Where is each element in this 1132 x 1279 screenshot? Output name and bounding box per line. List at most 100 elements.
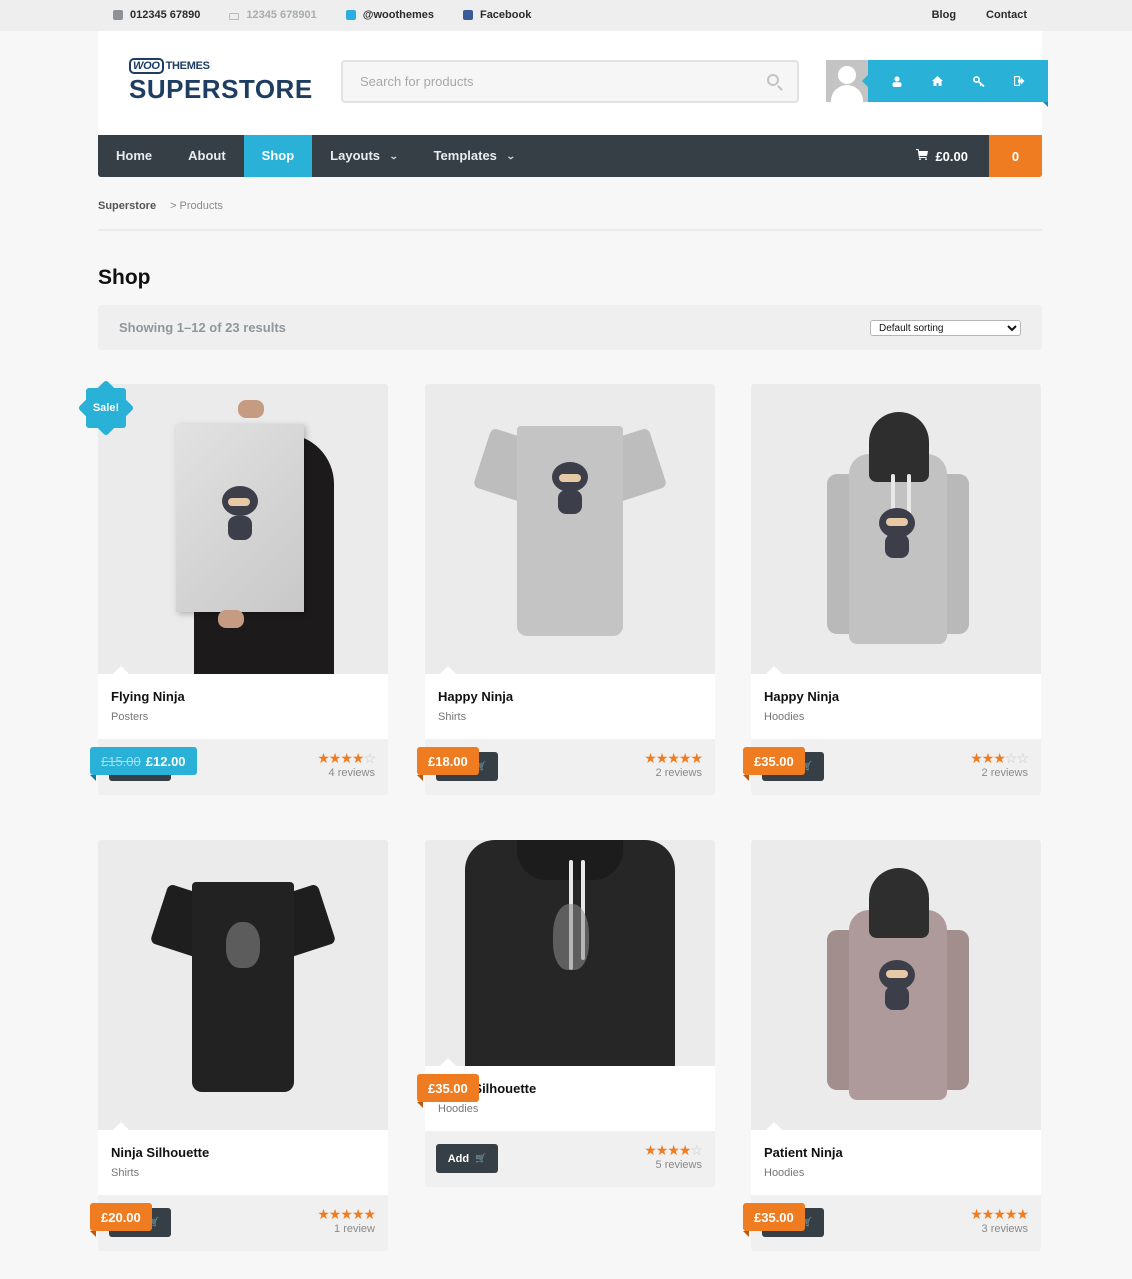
contact-link[interactable]: Contact bbox=[986, 9, 1027, 21]
nav-about[interactable]: About bbox=[170, 135, 244, 177]
user-icon[interactable] bbox=[890, 74, 904, 88]
tshirt-body bbox=[517, 426, 623, 636]
fax-text: 12345 678901 bbox=[246, 9, 317, 21]
star-filled-icon: ★ bbox=[667, 750, 680, 766]
top-bar: 012345 67890 12345 678901 @woothemes Fac… bbox=[0, 0, 1132, 31]
product-title[interactable]: Flying Ninja bbox=[111, 689, 375, 704]
site-logo[interactable]: WOO THEMES SUPERSTORE bbox=[129, 58, 313, 103]
fax-icon bbox=[229, 12, 240, 20]
product-image[interactable] bbox=[425, 384, 715, 674]
old-price: £15.00 bbox=[101, 753, 141, 769]
poster-art bbox=[176, 424, 304, 612]
product-image[interactable] bbox=[751, 384, 1041, 674]
search-icon[interactable] bbox=[767, 74, 779, 86]
hand bbox=[238, 400, 264, 418]
twitter-icon bbox=[345, 10, 356, 20]
result-count: Showing 1–12 of 23 results bbox=[119, 320, 286, 335]
review-count[interactable]: 4 reviews bbox=[317, 767, 375, 779]
phone-text: 012345 67890 bbox=[130, 9, 201, 21]
product-info: Flying Ninja Posters bbox=[98, 666, 388, 739]
star-filled-icon: ★ bbox=[678, 1142, 692, 1158]
facebook-icon bbox=[462, 10, 473, 20]
review-count[interactable]: 5 reviews bbox=[644, 1159, 702, 1171]
home-icon[interactable] bbox=[931, 74, 945, 88]
product-category[interactable]: Shirts bbox=[438, 711, 702, 723]
star-filled-icon: ★ bbox=[328, 750, 342, 766]
product-category[interactable]: Hoodies bbox=[764, 1167, 1028, 1179]
review-count[interactable]: 1 review bbox=[317, 1223, 375, 1235]
star-empty-icon: ☆ bbox=[690, 1142, 703, 1158]
star-filled-icon: ★ bbox=[981, 1206, 995, 1222]
product-rating: ★★★★☆ 4 reviews bbox=[317, 750, 376, 779]
star-filled-icon: ★ bbox=[970, 1206, 983, 1222]
product-category[interactable]: Hoodies bbox=[764, 711, 1028, 723]
shop-toolbar: Showing 1–12 of 23 results Default sorti… bbox=[98, 305, 1042, 350]
hoodie-hood bbox=[869, 412, 929, 482]
star-rating: ★★★★☆ bbox=[644, 1142, 703, 1158]
star-filled-icon: ★ bbox=[317, 750, 330, 766]
ninja-body bbox=[228, 516, 252, 540]
nav-shop[interactable]: Shop bbox=[243, 135, 313, 177]
product-card[interactable]: £35.00 Patient Ninja Hoodies Add🛒 ★★★★★ … bbox=[743, 840, 1041, 1251]
product-info: Happy Ninja Shirts bbox=[425, 666, 715, 739]
star-filled-icon: ★ bbox=[351, 750, 365, 766]
product-title[interactable]: Patient Ninja bbox=[764, 1145, 1028, 1160]
phone-icon bbox=[113, 10, 123, 20]
product-card[interactable]: £18.00 Happy Ninja Shirts Add🛒 ★★★★★ 2 r… bbox=[417, 384, 715, 795]
product-rating: ★★★☆☆ 2 reviews bbox=[970, 750, 1029, 779]
divider bbox=[98, 229, 1042, 231]
star-rating: ★★★☆☆ bbox=[970, 750, 1029, 766]
nav-layouts[interactable]: Layouts ⌄ bbox=[312, 135, 415, 177]
chevron-down-icon: ⌄ bbox=[505, 151, 516, 161]
nav-home[interactable]: Home bbox=[98, 135, 170, 177]
star-filled-icon: ★ bbox=[981, 750, 995, 766]
review-count[interactable]: 2 reviews bbox=[970, 767, 1028, 779]
add-to-cart-button[interactable]: Add 🛒 bbox=[436, 1144, 498, 1173]
product-category[interactable]: Posters bbox=[111, 711, 375, 723]
cart-total-button[interactable]: £0.00 bbox=[896, 135, 988, 177]
review-count[interactable]: 3 reviews bbox=[970, 1223, 1028, 1235]
breadcrumb-current: Products bbox=[179, 200, 223, 212]
search-input[interactable] bbox=[343, 62, 743, 101]
current-price: £35.00 bbox=[428, 1080, 468, 1096]
star-rating: ★★★★★ bbox=[644, 750, 703, 766]
product-image[interactable] bbox=[425, 840, 715, 1066]
breadcrumb-home[interactable]: Superstore bbox=[98, 200, 156, 212]
star-filled-icon: ★ bbox=[655, 1142, 669, 1158]
breadcrumb: Superstore > Products bbox=[98, 200, 223, 212]
product-title[interactable]: Ninja Silhouette bbox=[111, 1145, 375, 1160]
review-count[interactable]: 2 reviews bbox=[644, 767, 702, 779]
ninja-face bbox=[886, 970, 908, 978]
price-tag: £35.00 bbox=[743, 747, 805, 781]
product-info: Happy Ninja Hoodies bbox=[751, 666, 1041, 739]
product-card[interactable]: £20.00 Ninja Silhouette Shirts Add🛒 ★★★★… bbox=[90, 840, 388, 1251]
star-filled-icon: ★ bbox=[655, 750, 669, 766]
product-title[interactable]: Happy Ninja bbox=[764, 689, 1028, 704]
nav-templates[interactable]: Templates ⌄ bbox=[416, 135, 533, 177]
product-category[interactable]: Hoodies bbox=[438, 1103, 702, 1115]
avatar-head bbox=[838, 66, 856, 84]
current-price: £35.00 bbox=[754, 753, 794, 769]
product-title[interactable]: Happy Ninja bbox=[438, 689, 702, 704]
breadcrumb-separator: > bbox=[170, 200, 177, 212]
cart-count-badge[interactable]: 0 bbox=[989, 135, 1042, 177]
add-label: Add bbox=[447, 1152, 470, 1165]
star-filled-icon: ★ bbox=[1004, 1206, 1018, 1222]
key-icon[interactable] bbox=[972, 74, 986, 88]
product-card[interactable]: £35.00 Ninja Silhouette Hoodies Add 🛒 ★★★… bbox=[417, 840, 715, 1187]
blog-link[interactable]: Blog bbox=[932, 9, 956, 21]
product-image[interactable] bbox=[751, 840, 1041, 1130]
logout-icon[interactable] bbox=[1013, 74, 1027, 88]
product-card[interactable]: £35.00 Happy Ninja Hoodies Add🛒 ★★★☆☆ 2 … bbox=[743, 384, 1041, 795]
facebook-link[interactable]: Facebook bbox=[462, 9, 531, 21]
main-nav: Home About Shop Layouts ⌄ Templates ⌄ £0.0… bbox=[98, 135, 1042, 177]
ninja-face bbox=[228, 498, 250, 506]
product-image[interactable] bbox=[98, 384, 388, 674]
twitter-link[interactable]: @woothemes bbox=[345, 9, 434, 21]
current-price: £12.00 bbox=[145, 753, 186, 769]
product-card[interactable]: Sale! £15.00 £12.00 Flying Ninja Posters… bbox=[77, 379, 388, 795]
product-category[interactable]: Shirts bbox=[111, 1167, 375, 1179]
sort-select[interactable]: Default sorting bbox=[870, 320, 1021, 336]
star-filled-icon: ★ bbox=[667, 1142, 680, 1158]
product-image[interactable] bbox=[98, 840, 388, 1130]
